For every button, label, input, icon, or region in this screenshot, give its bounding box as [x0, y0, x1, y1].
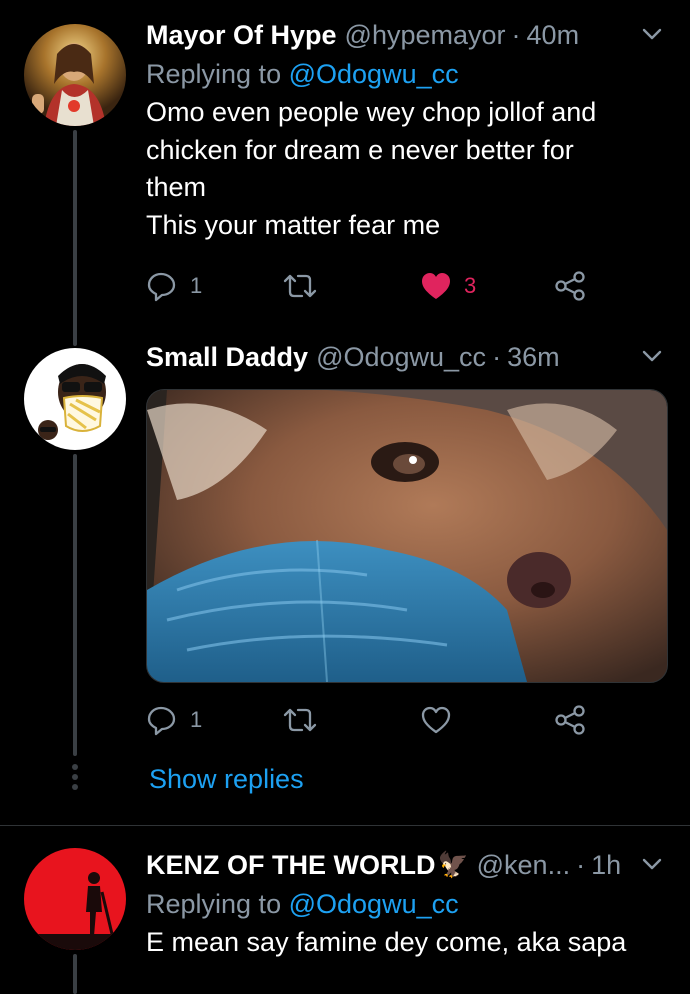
- share-icon: [555, 705, 585, 735]
- tweet-2[interactable]: Small Daddy @Odogwu_cc · 36m 1 Show repl…: [0, 336, 690, 820]
- timestamp[interactable]: 36m: [507, 340, 560, 374]
- like-icon: [421, 706, 451, 734]
- more-replies-dots: [70, 764, 80, 794]
- retweet-button[interactable]: [282, 266, 318, 306]
- reply-icon: [147, 706, 176, 736]
- retweet-icon: [283, 274, 317, 298]
- tweet-3[interactable]: KENZ OF THE WORLD 🦅 @ken... · 1h Replyin…: [0, 826, 690, 994]
- crying-dog-photo: [147, 390, 667, 682]
- replying-to: Replying to @Odogwu_cc: [146, 56, 666, 92]
- avatar-small-daddy[interactable]: [24, 348, 126, 450]
- share-icon: [555, 271, 585, 301]
- tweet-header: KENZ OF THE WORLD 🦅 @ken... · 1h: [146, 848, 666, 882]
- timestamp[interactable]: 1h: [591, 848, 621, 882]
- tweet-header: Mayor Of Hype @hypemayor · 40m: [146, 18, 666, 52]
- like-button[interactable]: 3: [420, 266, 476, 306]
- like-icon-filled: [422, 273, 450, 299]
- name-emoji-eagle: 🦅: [437, 851, 469, 879]
- retweet-icon: [283, 708, 317, 732]
- share-button[interactable]: [554, 266, 586, 306]
- chevron-down-icon[interactable]: [638, 342, 666, 370]
- separator-dot: ·: [511, 20, 521, 50]
- display-name[interactable]: Mayor Of Hype: [146, 18, 337, 52]
- tweet-1[interactable]: Mayor Of Hype @hypemayor · 40m Replying …: [0, 0, 690, 340]
- avatar-image: [24, 348, 126, 450]
- reply-button[interactable]: 1: [146, 700, 202, 740]
- tweet-header: Small Daddy @Odogwu_cc · 36m: [146, 340, 666, 374]
- avatar-kenz-of-the-world[interactable]: [24, 848, 126, 950]
- show-replies-link[interactable]: Show replies: [149, 764, 304, 795]
- timestamp[interactable]: 40m: [527, 18, 580, 52]
- tweet-text: Omo even people wey chop jollof and chic…: [146, 94, 626, 244]
- tweet-image[interactable]: [146, 389, 668, 683]
- replying-label: Replying to: [146, 59, 282, 89]
- avatar-mayor-of-hype[interactable]: [24, 24, 126, 126]
- reply-button[interactable]: 1: [146, 266, 202, 306]
- mention-link[interactable]: @Odogwu_cc: [289, 889, 459, 919]
- replying-label: Replying to: [146, 889, 282, 919]
- like-count: 3: [464, 273, 477, 298]
- thread-line: [73, 130, 77, 340]
- thread-line: [73, 454, 77, 756]
- display-name[interactable]: Small Daddy: [146, 340, 308, 374]
- retweet-button[interactable]: [282, 700, 318, 740]
- reply-count: 1: [190, 707, 203, 732]
- reply-count: 1: [190, 273, 203, 298]
- share-button[interactable]: [554, 700, 586, 740]
- mention-link[interactable]: @Odogwu_cc: [289, 59, 459, 89]
- separator-dot: ·: [492, 342, 502, 372]
- tweet-actions: 1: [146, 700, 586, 740]
- chevron-down-icon[interactable]: [638, 20, 666, 48]
- thread-line: [73, 954, 77, 994]
- like-button[interactable]: [420, 700, 452, 740]
- display-name[interactable]: KENZ OF THE WORLD: [146, 848, 435, 882]
- tweet-text-content: Omo even people wey chop jollof and chic…: [146, 97, 597, 240]
- replying-to: Replying to @Odogwu_cc: [146, 886, 666, 922]
- username[interactable]: @Odogwu_cc: [316, 340, 486, 374]
- tweet-text: E mean say famine dey come, aka sapa: [146, 927, 627, 957]
- tweet-actions: 1 3: [146, 266, 586, 306]
- username[interactable]: @ken...: [477, 848, 570, 882]
- username[interactable]: @hypemayor: [345, 18, 506, 52]
- chevron-down-icon[interactable]: [638, 850, 666, 878]
- reply-icon: [147, 272, 176, 302]
- separator-dot: ·: [576, 850, 586, 880]
- avatar-image: [24, 24, 126, 126]
- thread-line-top: [73, 336, 77, 346]
- avatar-image: [24, 848, 126, 950]
